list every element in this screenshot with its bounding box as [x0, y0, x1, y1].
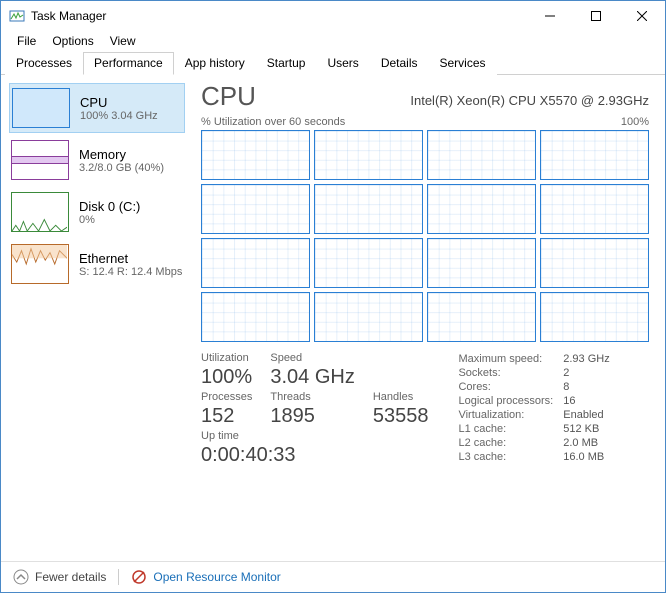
stats: Utilization Speed 100% 3.04 GHz Processe…: [201, 352, 649, 467]
cpu-core-grid: [201, 130, 649, 342]
label-speed: Speed: [270, 352, 354, 364]
v: Enabled: [563, 408, 649, 422]
sidebar-cpu-sub: 100% 3.04 GHz: [80, 110, 158, 122]
resource-monitor-icon: [131, 569, 147, 585]
k: Logical processors:: [458, 394, 563, 408]
label-uptime: Up time: [201, 430, 428, 442]
sidebar-memory-sub: 3.2/8.0 GB (40%): [79, 162, 164, 174]
tab-apphistory[interactable]: App history: [174, 52, 256, 75]
sidebar-item-memory[interactable]: Memory 3.2/8.0 GB (40%): [9, 135, 185, 185]
v: 8: [563, 380, 649, 394]
label-utilization: Utilization: [201, 352, 252, 364]
k: L1 cache:: [458, 422, 563, 436]
separator: [118, 569, 119, 585]
v: 16: [563, 394, 649, 408]
bottom-bar: Fewer details Open Resource Monitor: [1, 561, 665, 591]
core-cell: [314, 238, 423, 288]
sidebar-cpu-title: CPU: [80, 95, 158, 110]
core-cell: [427, 184, 536, 234]
core-cell: [540, 292, 649, 342]
fewer-details-button[interactable]: Fewer details: [13, 569, 106, 585]
window-controls: [527, 1, 665, 31]
sidebar-memory-title: Memory: [79, 147, 164, 162]
sidebar-ethernet-title: Ethernet: [79, 251, 182, 266]
app-icon: [9, 8, 25, 24]
menu-file[interactable]: File: [9, 32, 44, 50]
core-cell: [427, 130, 536, 180]
sidebar-item-disk[interactable]: Disk 0 (C:) 0%: [9, 187, 185, 237]
maximize-button[interactable]: [573, 1, 619, 31]
graph-label-left: % Utilization over 60 seconds: [201, 116, 345, 128]
tab-services[interactable]: Services: [429, 52, 497, 75]
v: 2: [563, 366, 649, 380]
core-cell: [540, 238, 649, 288]
v: 2.0 MB: [563, 436, 649, 450]
v: 512 KB: [563, 422, 649, 436]
tab-performance[interactable]: Performance: [83, 52, 174, 75]
core-cell: [314, 292, 423, 342]
menu-options[interactable]: Options: [44, 32, 101, 50]
stats-left: Utilization Speed 100% 3.04 GHz Processe…: [201, 352, 428, 467]
core-cell: [201, 184, 310, 234]
core-cell: [540, 130, 649, 180]
core-cell: [427, 292, 536, 342]
close-button[interactable]: [619, 1, 665, 31]
tab-processes[interactable]: Processes: [5, 52, 83, 75]
sidebar-ethernet-sub: S: 12.4 R: 12.4 Mbps: [79, 266, 182, 278]
k: Cores:: [458, 380, 563, 394]
stats-right: Maximum speed:2.93 GHz Sockets:2 Cores:8…: [458, 352, 649, 467]
page-title: CPU: [201, 81, 256, 112]
graph-label-right: 100%: [621, 116, 649, 128]
k: L2 cache:: [458, 436, 563, 450]
titlebar: Task Manager: [1, 1, 665, 31]
core-cell: [201, 238, 310, 288]
menu-view[interactable]: View: [102, 32, 144, 50]
fewer-details-label: Fewer details: [35, 570, 106, 584]
value-utilization: 100%: [201, 366, 252, 389]
k: L3 cache:: [458, 450, 563, 464]
k: Maximum speed:: [458, 352, 563, 366]
sidebar-disk-sub: 0%: [79, 214, 140, 226]
value-uptime: 0:00:40:33: [201, 444, 428, 467]
core-cell: [540, 184, 649, 234]
menubar: File Options View: [1, 31, 665, 51]
tabbar: Processes Performance App history Startu…: [1, 51, 665, 75]
value-processes: 152: [201, 405, 252, 428]
core-cell: [427, 238, 536, 288]
core-cell: [201, 130, 310, 180]
content: CPU 100% 3.04 GHz Memory 3.2/8.0 GB (40%…: [1, 75, 665, 561]
cpu-description: Intel(R) Xeon(R) CPU X5570 @ 2.93GHz: [410, 93, 649, 108]
window-title: Task Manager: [31, 9, 527, 23]
value-threads: 1895: [270, 405, 354, 428]
sidebar: CPU 100% 3.04 GHz Memory 3.2/8.0 GB (40%…: [1, 75, 191, 561]
label-processes: Processes: [201, 391, 252, 403]
cpu-details-table: Maximum speed:2.93 GHz Sockets:2 Cores:8…: [458, 352, 649, 464]
sidebar-item-cpu[interactable]: CPU 100% 3.04 GHz: [9, 83, 185, 133]
tab-users[interactable]: Users: [316, 52, 369, 75]
disk-thumb-icon: [11, 192, 69, 232]
core-cell: [314, 130, 423, 180]
k: Virtualization:: [458, 408, 563, 422]
k: Sockets:: [458, 366, 563, 380]
value-handles: 53558: [373, 405, 429, 428]
v: 2.93 GHz: [563, 352, 649, 366]
tab-startup[interactable]: Startup: [256, 52, 317, 75]
sidebar-disk-title: Disk 0 (C:): [79, 199, 140, 214]
label-handles: Handles: [373, 391, 429, 403]
chevron-up-icon: [13, 569, 29, 585]
sidebar-item-ethernet[interactable]: Ethernet S: 12.4 R: 12.4 Mbps: [9, 239, 185, 289]
open-resource-monitor-link[interactable]: Open Resource Monitor: [131, 569, 280, 585]
memory-thumb-icon: [11, 140, 69, 180]
core-cell: [201, 292, 310, 342]
core-cell: [314, 184, 423, 234]
v: 16.0 MB: [563, 450, 649, 464]
ethernet-thumb-icon: [11, 244, 69, 284]
minimize-button[interactable]: [527, 1, 573, 31]
main-panel: CPU Intel(R) Xeon(R) CPU X5570 @ 2.93GHz…: [191, 75, 665, 561]
value-speed: 3.04 GHz: [270, 366, 354, 389]
cpu-thumb-icon: [12, 88, 70, 128]
label-threads: Threads: [270, 391, 354, 403]
open-resource-monitor-label: Open Resource Monitor: [153, 570, 280, 584]
tab-details[interactable]: Details: [370, 52, 429, 75]
